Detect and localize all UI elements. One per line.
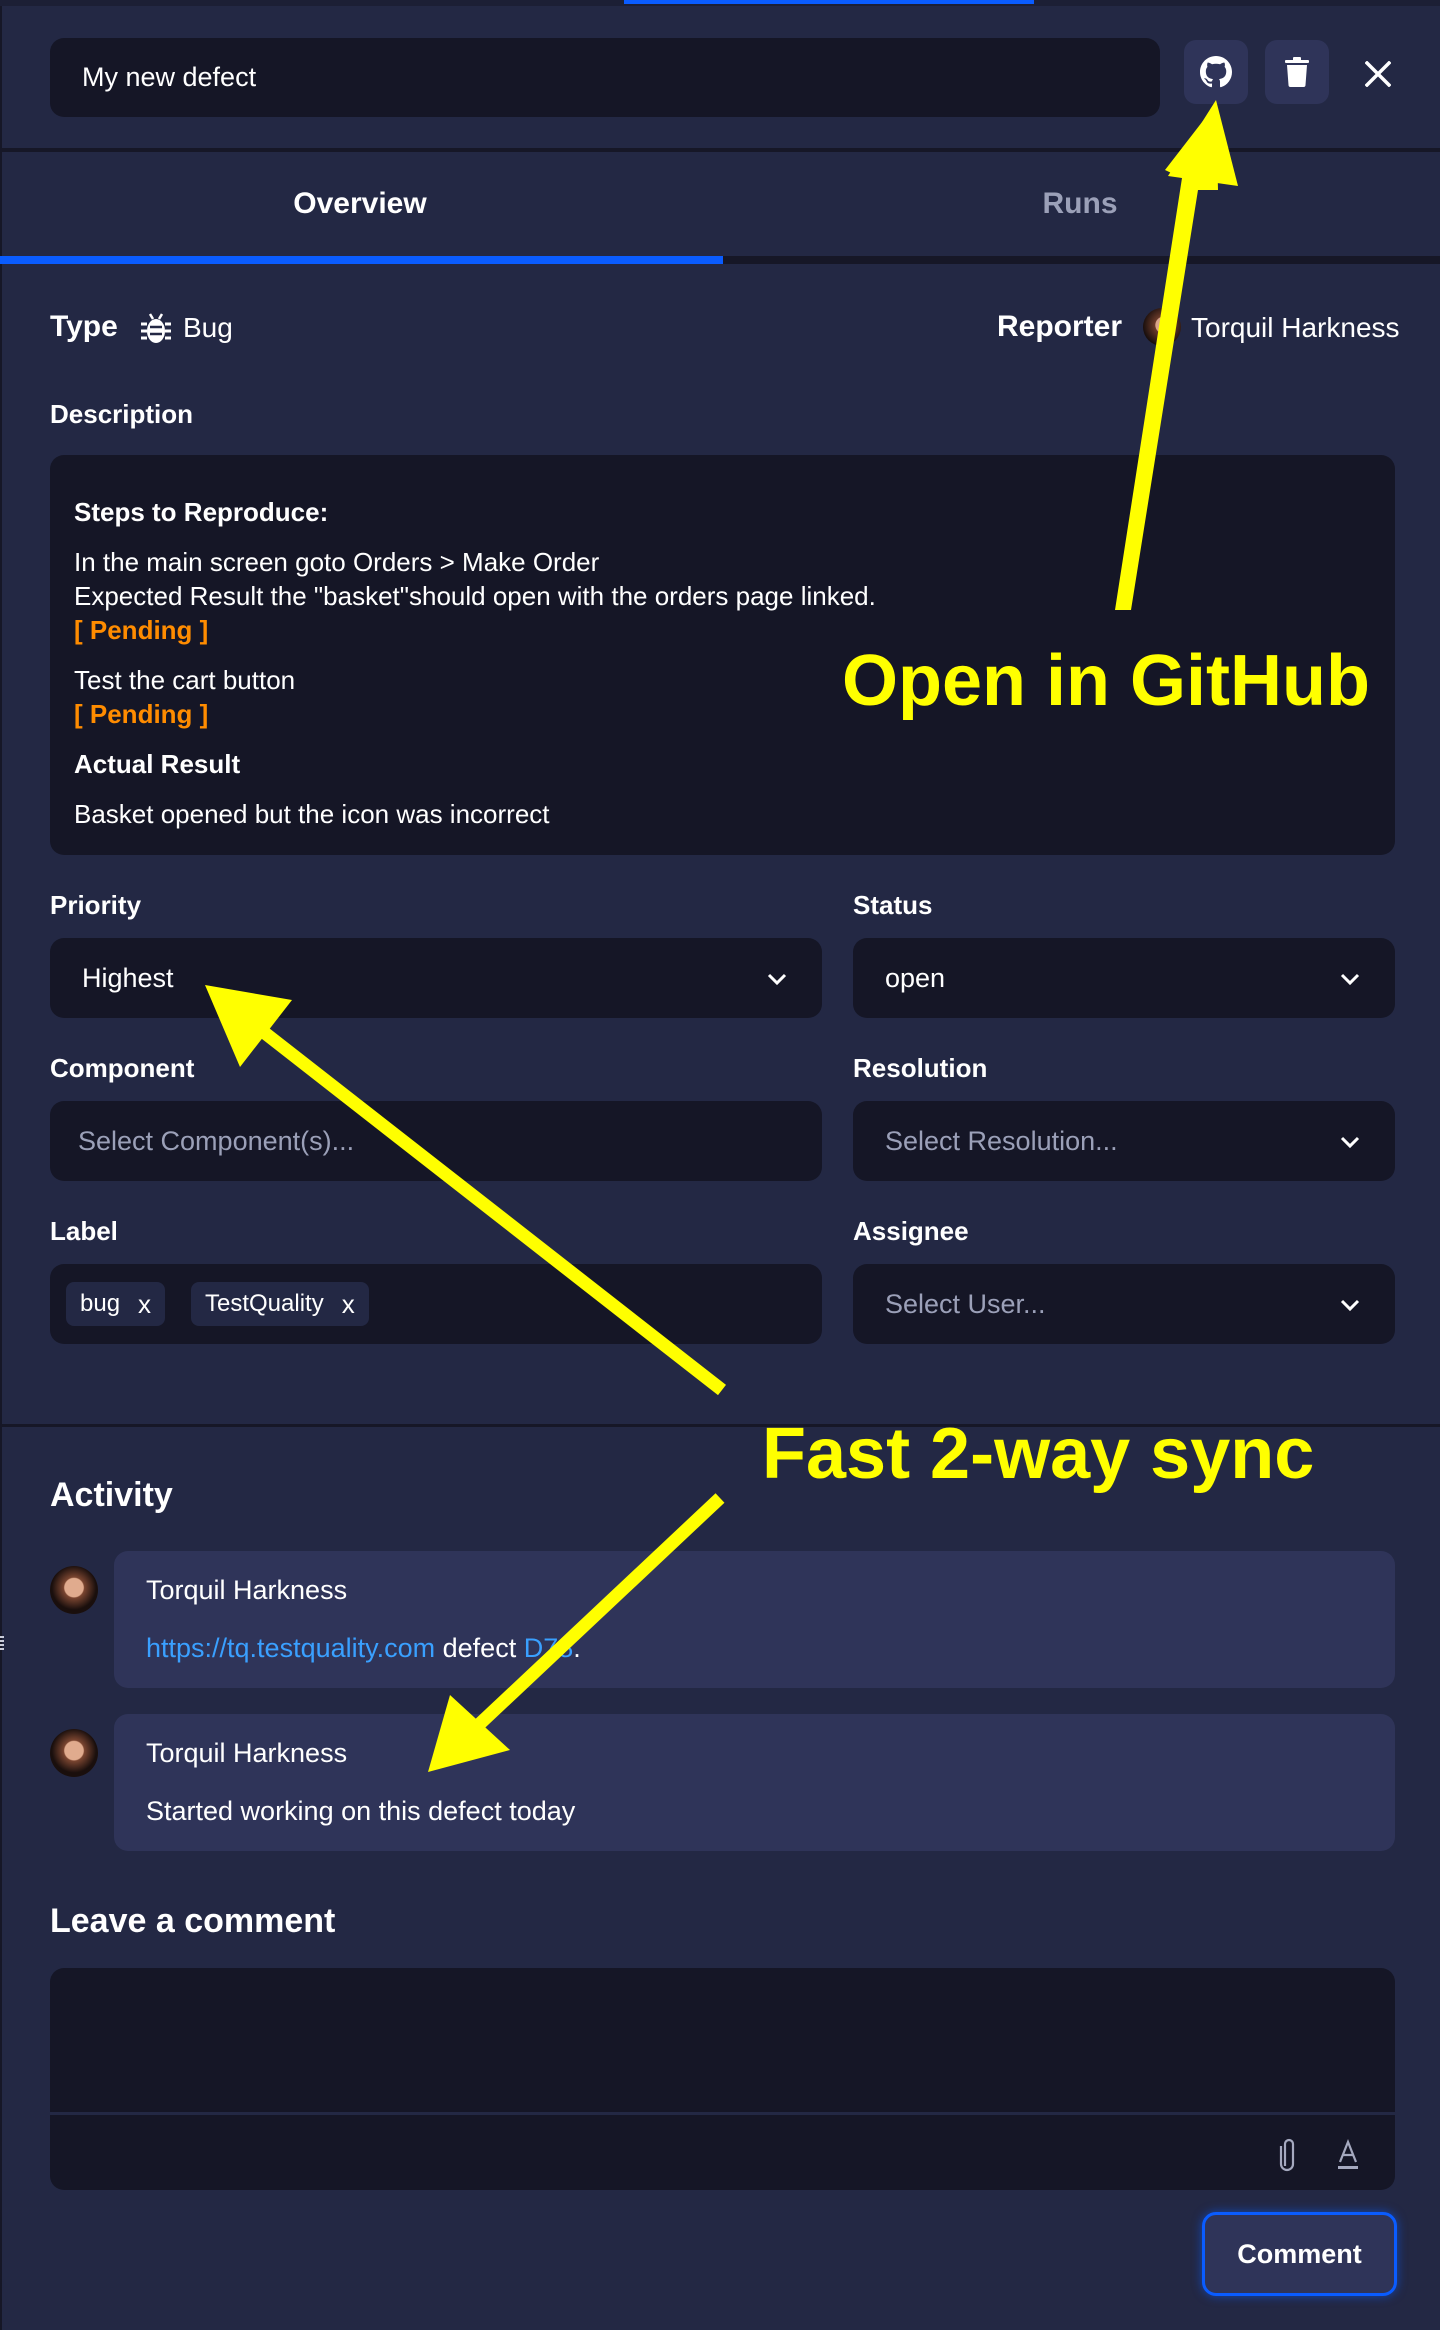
github-icon <box>1200 56 1232 88</box>
close-button[interactable] <box>1356 52 1400 96</box>
steps-heading: Steps to Reproduce: <box>74 497 329 527</box>
assignee-label: Assignee <box>853 1216 969 1246</box>
chevron-down-icon <box>1340 1136 1360 1149</box>
reporter-label: Reporter <box>997 310 1123 343</box>
type-value: Bug <box>183 312 233 343</box>
reporter-avatar <box>1143 308 1181 346</box>
label-field-label: Label <box>50 1216 118 1246</box>
activity-body: https://tq.testquality.com defect D78. <box>146 1633 581 1664</box>
activity-text: defect <box>435 1633 524 1663</box>
resolution-label: Resolution <box>853 1053 988 1083</box>
delete-defect-button[interactable] <box>1265 40 1329 104</box>
component-placeholder: Select Component(s)... <box>78 1125 355 1156</box>
resolution-select[interactable]: Select Resolution... <box>853 1101 1395 1181</box>
remove-chip-icon[interactable]: x <box>342 1289 355 1320</box>
tab-runs[interactable]: Runs <box>720 152 1440 256</box>
priority-select[interactable]: Highest <box>50 938 822 1018</box>
avatar <box>50 1566 98 1614</box>
label-chip: bug x <box>66 1282 166 1326</box>
comment-editor <box>50 1968 1395 2190</box>
component-select[interactable]: Select Component(s)... <box>50 1101 822 1181</box>
component-label: Component <box>50 1053 195 1083</box>
step-1-text: In the main screen goto Orders > Make Or… <box>74 547 600 577</box>
annotation-fast-sync: Fast 2-way sync <box>762 1414 1315 1494</box>
assignee-placeholder: Select User... <box>885 1288 1046 1319</box>
resolution-placeholder: Select Resolution... <box>885 1125 1118 1156</box>
submit-comment-button[interactable]: Comment <box>1202 2212 1397 2296</box>
leave-comment-title: Leave a comment <box>50 1902 336 1940</box>
priority-value: Highest <box>82 962 174 993</box>
text-format-icon[interactable] <box>1334 2136 1362 2172</box>
label-chip-text: bug <box>80 1290 121 1317</box>
activity-text-tail: . <box>573 1633 581 1663</box>
activity-author: Torquil Harkness <box>146 1575 348 1605</box>
defect-ref-link[interactable]: D78 <box>524 1633 574 1663</box>
editor-toolbar-divider <box>50 2112 1395 2115</box>
status-select[interactable]: open <box>853 938 1395 1018</box>
actual-result-text: Basket opened but the icon was incorrect <box>74 799 550 829</box>
top-bar-accent <box>624 0 1034 4</box>
priority-label: Priority <box>50 890 142 920</box>
open-in-github-button[interactable] <box>1184 40 1248 104</box>
avatar <box>50 1729 98 1777</box>
bug-icon <box>141 313 171 343</box>
actual-result-heading: Actual Result <box>74 749 241 779</box>
label-chip-text: TestQuality <box>205 1290 324 1317</box>
defect-title-input[interactable] <box>50 38 1160 117</box>
trash-icon <box>1285 57 1309 87</box>
chevron-down-icon <box>767 973 787 986</box>
type-label: Type <box>50 310 118 343</box>
activity-body: Started working on this defect today <box>146 1796 576 1826</box>
activity-title: Activity <box>50 1476 173 1514</box>
comment-textarea[interactable] <box>50 1968 1395 2112</box>
remove-chip-icon[interactable]: x <box>138 1289 151 1320</box>
chevron-down-icon <box>1340 973 1360 986</box>
resize-handle[interactable] <box>0 1636 4 1650</box>
label-input[interactable]: bug x TestQuality x <box>50 1264 822 1344</box>
reporter-name: Torquil Harkness <box>1191 312 1400 343</box>
annotation-open-in-github: Open in GitHub <box>842 641 1370 721</box>
label-chip: TestQuality x <box>191 1282 369 1326</box>
activity-author: Torquil Harkness <box>146 1738 348 1768</box>
paperclip-icon[interactable] <box>1275 2136 1303 2172</box>
activity-link[interactable]: https://tq.testquality.com <box>146 1633 435 1663</box>
activity-item: Torquil Harkness Started working on this… <box>114 1714 1395 1851</box>
step-1-expected: Expected Result the "basket"should open … <box>74 581 876 611</box>
assignee-select[interactable]: Select User... <box>853 1264 1395 1344</box>
status-value: open <box>885 962 946 993</box>
chevron-down-icon <box>1340 1299 1360 1312</box>
description-label: Description <box>50 399 194 429</box>
active-tab-indicator <box>0 256 723 264</box>
activity-item: Torquil Harkness https://tq.testquality.… <box>114 1551 1395 1688</box>
tab-overview[interactable]: Overview <box>0 152 720 256</box>
status-label: Status <box>853 890 933 920</box>
close-icon <box>1365 61 1391 87</box>
